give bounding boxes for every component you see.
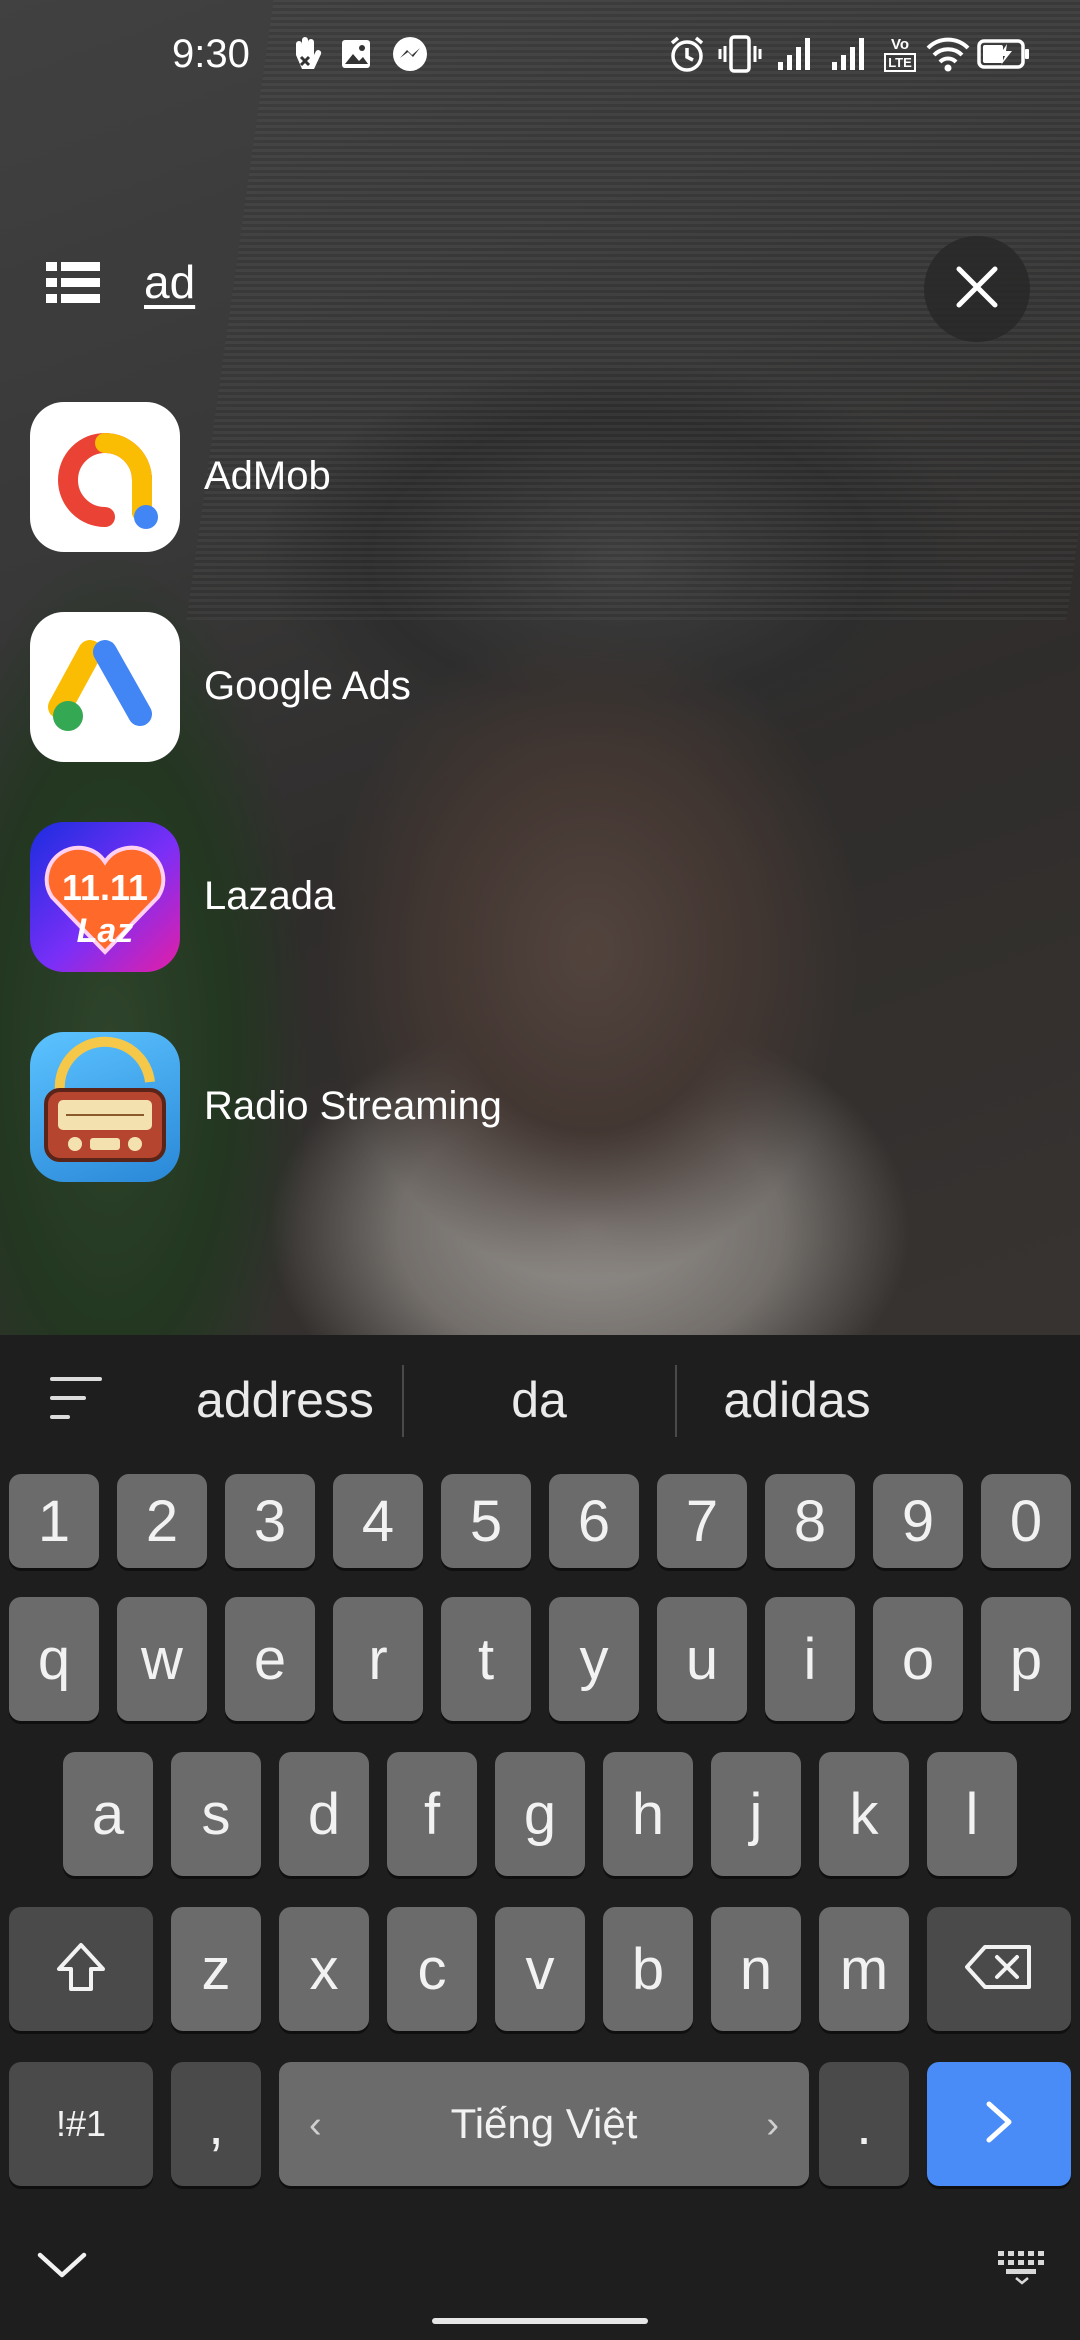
result-label: AdMob [204, 454, 331, 498]
keyboard: address da adidas 1 2 3 4 5 6 7 8 9 0 q … [0, 1335, 1080, 2340]
key-g[interactable]: g [495, 1752, 585, 1876]
symbols-key[interactable]: !#1 [9, 2062, 153, 2186]
key-c[interactable]: c [387, 1907, 477, 2031]
key-b[interactable]: b [603, 1907, 693, 2031]
key-q[interactable]: q [9, 1597, 99, 1721]
key-k[interactable]: k [819, 1752, 909, 1876]
key-w[interactable]: w [117, 1597, 207, 1721]
close-icon [954, 264, 1000, 315]
key-h[interactable]: h [603, 1752, 693, 1876]
key-v[interactable]: v [495, 1907, 585, 2031]
key-j[interactable]: j [711, 1752, 801, 1876]
key-d[interactable]: d [279, 1752, 369, 1876]
hand-notification-icon [288, 34, 324, 74]
key-1[interactable]: 1 [9, 1474, 99, 1568]
space-key[interactable]: ‹ Tiếng Việt › [279, 2062, 809, 2186]
result-item-lazada[interactable]: 11.11 Laz Lazada [30, 822, 730, 972]
signal-icon-2 [828, 34, 872, 74]
backspace-key[interactable] [927, 1907, 1071, 2031]
keyboard-menu-icon[interactable] [48, 1373, 104, 1423]
backspace-icon [963, 1943, 1035, 1996]
result-item-google-ads[interactable]: Google Ads [30, 612, 730, 762]
key-2[interactable]: 2 [117, 1474, 207, 1568]
volte-label: Vo [890, 35, 910, 53]
space-left-chevron: ‹ [309, 2104, 322, 2146]
key-x[interactable]: x [279, 1907, 369, 2031]
result-label: Google Ads [204, 664, 411, 708]
google-ads-icon [30, 612, 180, 762]
suggestion-bar: address da adidas [0, 1335, 1080, 1465]
key-a[interactable]: a [63, 1752, 153, 1876]
search-bar: ad [0, 230, 1080, 342]
shift-key[interactable] [9, 1907, 153, 2031]
key-4[interactable]: 4 [333, 1474, 423, 1568]
lazada-icon: 11.11 Laz [30, 822, 180, 972]
key-p[interactable]: p [981, 1597, 1071, 1721]
lte-label: LTE [884, 52, 916, 72]
key-r[interactable]: r [333, 1597, 423, 1721]
radio-streaming-icon [30, 1032, 180, 1182]
suggestion-adidas[interactable]: adidas [677, 1365, 917, 1435]
volte-lte-icon: Vo LTE [880, 34, 920, 74]
gallery-notification-icon [338, 34, 374, 74]
comma-key[interactable]: , [171, 2062, 261, 2186]
signal-icon-1 [774, 34, 818, 74]
key-f[interactable]: f [387, 1752, 477, 1876]
suggestion-address[interactable]: address [170, 1365, 400, 1435]
list-view-icon[interactable] [46, 260, 100, 306]
home-indicator[interactable] [432, 2318, 648, 2324]
period-key[interactable]: . [819, 2062, 909, 2186]
keyboard-switch-icon[interactable] [994, 2245, 1050, 2285]
result-label: Lazada [204, 874, 336, 918]
key-o[interactable]: o [873, 1597, 963, 1721]
key-l[interactable]: l [927, 1752, 1017, 1876]
language-label: Tiếng Việt [450, 2100, 638, 2147]
status-bar: 9:30 Vo LTE [0, 0, 1080, 110]
key-5[interactable]: 5 [441, 1474, 531, 1568]
key-y[interactable]: y [549, 1597, 639, 1721]
svg-text:11.11: 11.11 [62, 867, 148, 908]
alarm-icon [666, 34, 708, 74]
key-t[interactable]: t [441, 1597, 531, 1721]
key-z[interactable]: z [171, 1907, 261, 2031]
suggestion-da[interactable]: da [404, 1365, 674, 1435]
key-6[interactable]: 6 [549, 1474, 639, 1568]
key-7[interactable]: 7 [657, 1474, 747, 1568]
go-key[interactable] [927, 2062, 1071, 2186]
key-m[interactable]: m [819, 1907, 909, 2031]
key-s[interactable]: s [171, 1752, 261, 1876]
key-n[interactable]: n [711, 1907, 801, 2031]
result-label: Radio Streaming [204, 1084, 502, 1128]
result-item-radio-streaming[interactable]: Radio Streaming [30, 1032, 730, 1182]
status-clock: 9:30 [172, 32, 250, 76]
clear-search-button[interactable] [924, 236, 1030, 342]
vibrate-icon [718, 34, 762, 74]
wifi-icon [924, 34, 972, 74]
key-8[interactable]: 8 [765, 1474, 855, 1568]
space-right-chevron: › [766, 2104, 779, 2146]
search-input[interactable]: ad [144, 255, 195, 309]
key-i[interactable]: i [765, 1597, 855, 1721]
key-0[interactable]: 0 [981, 1474, 1071, 1568]
admob-icon [30, 402, 180, 552]
key-e[interactable]: e [225, 1597, 315, 1721]
key-9[interactable]: 9 [873, 1474, 963, 1568]
messenger-notification-icon [390, 34, 430, 74]
svg-text:Laz: Laz [77, 912, 134, 950]
shift-icon [53, 1939, 109, 2000]
key-3[interactable]: 3 [225, 1474, 315, 1568]
battery-charging-icon [976, 34, 1032, 74]
chevron-right-icon [979, 2098, 1019, 2151]
result-item-admob[interactable]: AdMob [30, 402, 730, 552]
hide-keyboard-icon[interactable] [34, 2245, 90, 2285]
key-u[interactable]: u [657, 1597, 747, 1721]
